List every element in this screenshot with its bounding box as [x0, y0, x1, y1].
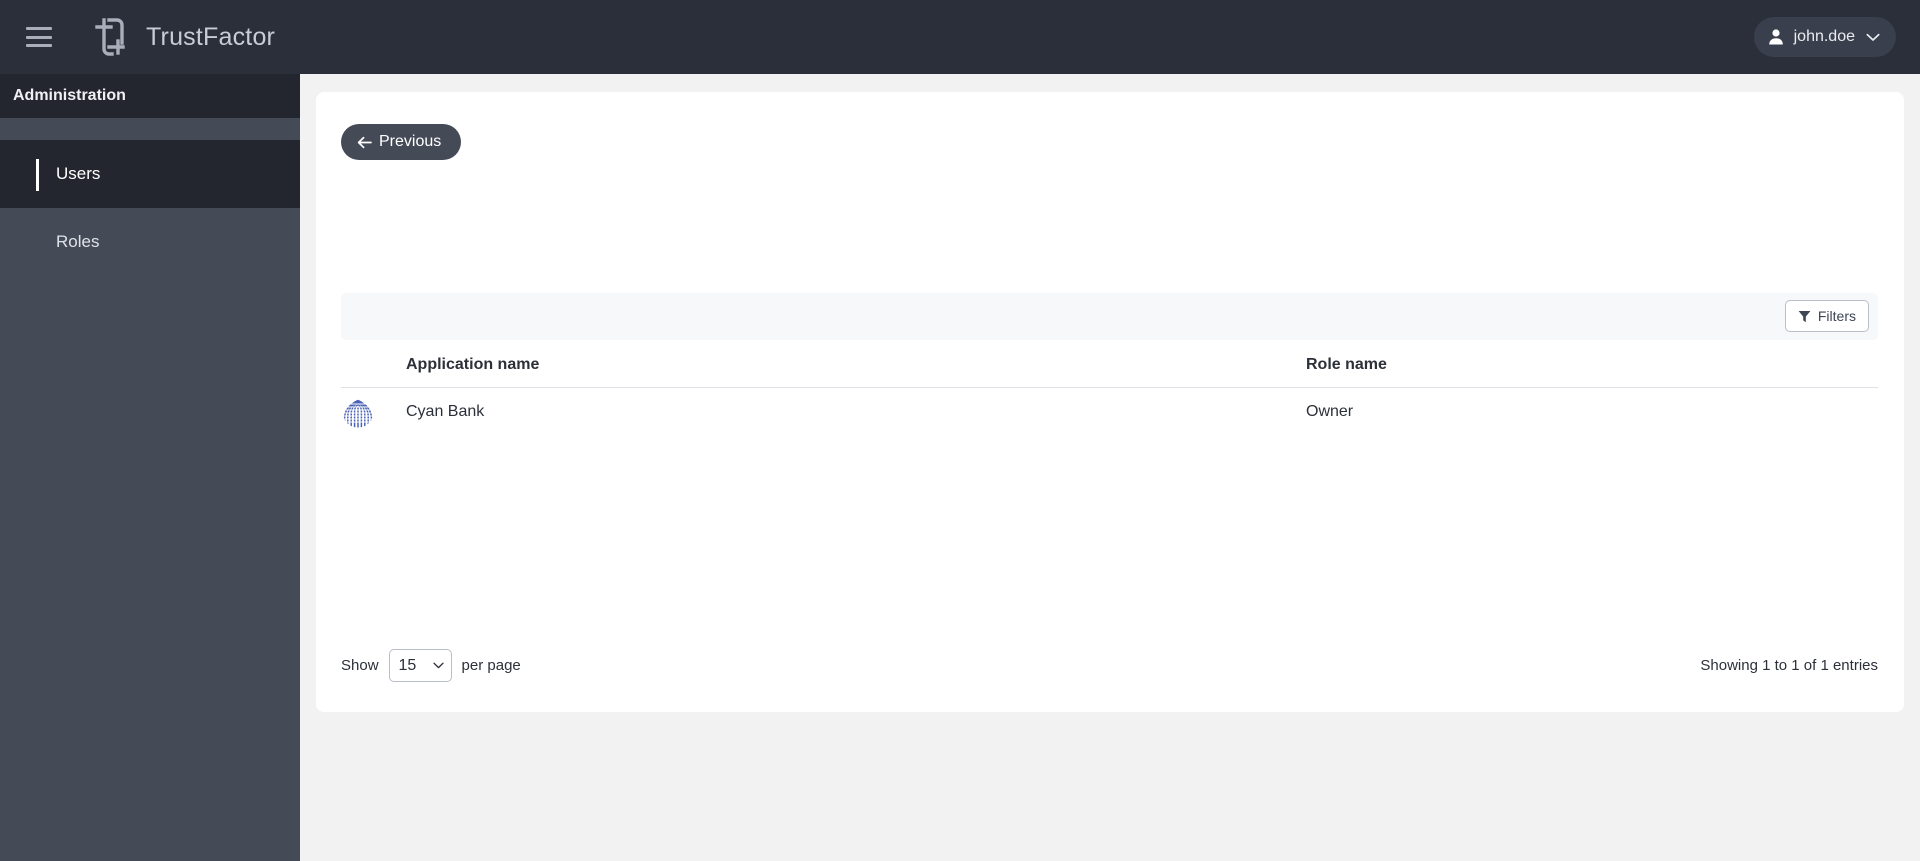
- filters-button[interactable]: Filters: [1784, 300, 1869, 332]
- sidebar-item-users[interactable]: Users: [0, 140, 300, 208]
- hamburger-bar: [26, 35, 52, 39]
- sidebar-spacer: [0, 118, 300, 140]
- page-size-control: Show 15 per page: [341, 648, 521, 682]
- show-label: Show: [341, 656, 379, 674]
- arrow-left-icon: [357, 136, 372, 148]
- user-avatar-icon: [1768, 29, 1783, 45]
- sidebar-section-header: Administration: [0, 74, 300, 118]
- table-cell-application-name: Cyan Bank: [406, 402, 485, 420]
- table-cell-role-name: Owner: [1306, 402, 1354, 420]
- sidebar-item-label: Roles: [56, 232, 100, 251]
- sidebar: Administration Users Roles: [0, 74, 300, 861]
- filters-button-label: Filters: [1817, 308, 1856, 324]
- trustfactor-logo-icon: [95, 18, 125, 56]
- table-row[interactable]: Cyan Bank Owner: [341, 388, 1878, 435]
- previous-button-label: Previous: [379, 133, 442, 150]
- table-header-row: Application name Role name: [341, 342, 1878, 388]
- table-header-role-name: Role name: [1306, 355, 1387, 373]
- sidebar-item-label: Users: [56, 164, 101, 183]
- brand-logo-link[interactable]: TrustFactor: [84, 14, 275, 60]
- sidebar-item-roles[interactable]: Roles: [0, 208, 300, 276]
- entries-info-label: Showing 1 to 1 of 1 entries: [1700, 656, 1878, 674]
- funnel-icon: [1798, 310, 1811, 322]
- hamburger-menu-icon[interactable]: [26, 27, 52, 47]
- page-size-select-wrapper: 15: [388, 648, 452, 682]
- content-card: Previous Filters Application name Role n…: [316, 92, 1904, 712]
- page-size-select[interactable]: 15: [388, 648, 452, 682]
- table-cell-logo: [341, 395, 406, 429]
- sidebar-section-title: Administration: [13, 87, 126, 104]
- per-page-label: per page: [461, 656, 521, 674]
- top-navigation-bar: TrustFactor john.doe: [0, 0, 1920, 74]
- chevron-down-icon: [1866, 33, 1880, 41]
- brand-name: TrustFactor: [146, 22, 276, 51]
- hamburger-bar: [26, 27, 52, 30]
- table-footer: Show 15 per page Showing 1 to 1 of 1 ent…: [341, 648, 1878, 682]
- main-content-area: Previous Filters Application name Role n…: [300, 74, 1920, 861]
- table-toolbar: Filters: [341, 293, 1878, 340]
- hamburger-bar: [26, 44, 52, 47]
- user-name-label: john.doe: [1793, 28, 1855, 45]
- cyan-bank-logo-icon: [341, 395, 375, 428]
- user-menu-button[interactable]: john.doe: [1753, 17, 1896, 57]
- previous-button[interactable]: Previous: [341, 124, 462, 160]
- applications-table: Application name Role name Cyan Bank Own…: [341, 342, 1878, 435]
- table-header-application-name: Application name: [406, 355, 540, 373]
